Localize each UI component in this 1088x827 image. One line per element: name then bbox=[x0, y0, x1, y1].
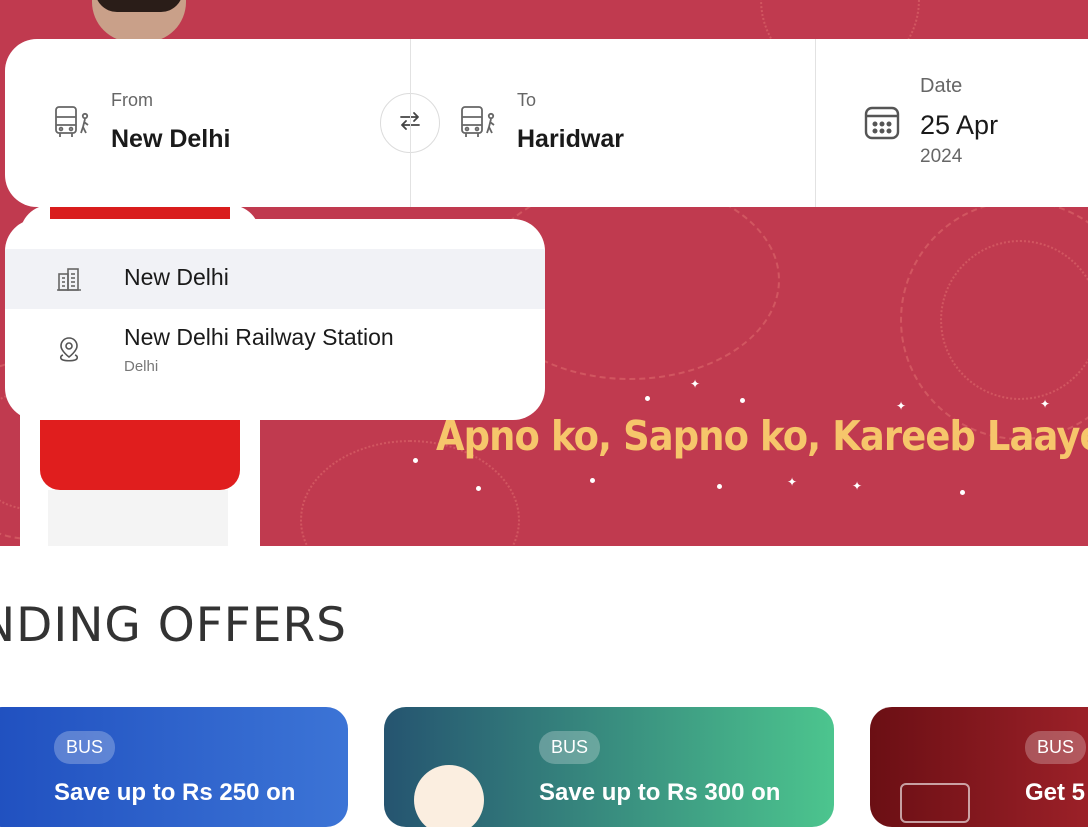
location-pin-icon bbox=[55, 335, 83, 363]
from-value[interactable]: New Delhi bbox=[111, 125, 230, 154]
date-field[interactable]: Date 25 Apr 2024 bbox=[815, 39, 1088, 207]
suggestions-dropdown: New Delhi New Delhi Railway Station Delh… bbox=[5, 219, 545, 420]
offer-illustration bbox=[414, 765, 484, 827]
mandala-decoration bbox=[940, 240, 1088, 400]
to-field[interactable]: To Haridwar bbox=[410, 39, 815, 207]
person-kurta bbox=[48, 490, 228, 546]
sparkle bbox=[413, 458, 418, 463]
calendar-icon bbox=[863, 103, 903, 143]
suggestion-title: New Delhi Railway Station bbox=[124, 324, 394, 350]
offer-badge: BUS bbox=[539, 731, 601, 764]
bus-stop-icon bbox=[459, 103, 499, 143]
offer-text: Get 5 bbox=[1025, 779, 1086, 806]
suggestion-item[interactable]: New Delhi bbox=[5, 249, 545, 309]
from-field[interactable]: From New Delhi bbox=[5, 39, 410, 207]
city-icon bbox=[55, 265, 83, 293]
sparkle bbox=[476, 486, 481, 491]
from-label: From bbox=[111, 90, 153, 110]
offer-text: Save up to Rs 300 on bbox=[539, 779, 781, 806]
sparkle: ✦ bbox=[690, 377, 701, 391]
offers-section-title: NDING OFFERS bbox=[0, 598, 347, 653]
suggestion-item[interactable]: New Delhi Railway Station Delhi bbox=[5, 309, 545, 389]
sparkle: ✦ bbox=[1040, 397, 1051, 411]
date-year: 2024 bbox=[920, 146, 963, 167]
sparkle bbox=[960, 490, 965, 495]
offer-card[interactable]: BUS Save up to Rs 250 on bbox=[0, 707, 348, 827]
gift-icon bbox=[900, 783, 970, 823]
offer-badge: BUS bbox=[1025, 731, 1087, 764]
sparkle bbox=[590, 478, 595, 483]
sparkle bbox=[645, 396, 650, 401]
offer-card[interactable]: BUS Save up to Rs 300 on bbox=[384, 707, 834, 827]
sparkle bbox=[717, 484, 722, 489]
date-label: Date bbox=[920, 75, 963, 97]
sparkle: ✦ bbox=[852, 479, 863, 493]
sparkle: ✦ bbox=[787, 475, 798, 489]
sparkle bbox=[740, 398, 745, 403]
to-value[interactable]: Haridwar bbox=[517, 125, 624, 154]
banner-tagline: Apno ko, Sapno ko, Kareeb Laaye. bbox=[436, 412, 1088, 460]
suggestion-subtitle: Delhi bbox=[124, 358, 159, 375]
search-bar: From New Delhi To Haridwar Date 25 Apr 2… bbox=[5, 39, 1088, 207]
bus-stop-icon bbox=[53, 103, 93, 143]
person-vest bbox=[50, 205, 230, 220]
suggestion-title: New Delhi bbox=[124, 264, 229, 290]
date-value[interactable]: 25 Apr bbox=[920, 110, 998, 141]
offer-text: Save up to Rs 250 on bbox=[54, 779, 296, 806]
to-label: To bbox=[517, 90, 537, 110]
offer-card[interactable]: BUS Get 5 bbox=[870, 707, 1088, 827]
offer-badge: BUS bbox=[54, 731, 116, 764]
sparkle: ✦ bbox=[896, 399, 907, 413]
